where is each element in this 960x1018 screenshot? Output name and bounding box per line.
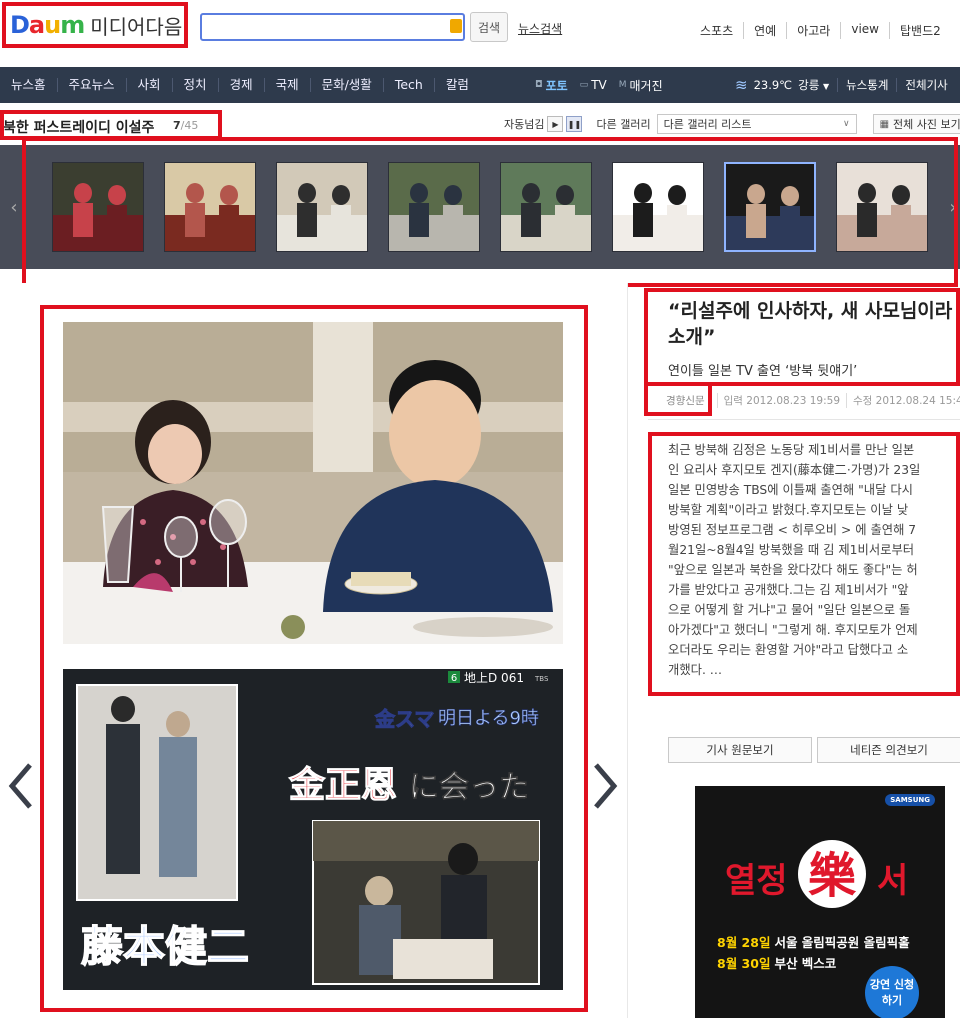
- netizen-comments-button[interactable]: 네티즌 의견보기: [817, 737, 960, 763]
- gallery-thumbnail[interactable]: [612, 162, 704, 252]
- article-subheadline: 연이틀 일본 TV 출연 ‘방북 뒷얘기’: [668, 364, 858, 379]
- search-button[interactable]: 검색: [470, 12, 508, 42]
- photo-next-arrow-icon[interactable]: [590, 756, 620, 816]
- ad-busan-date: 8월 30일 부산 벡스코: [717, 956, 837, 971]
- search-suggest-icon[interactable]: [450, 19, 462, 33]
- network-label: TBS: [534, 675, 549, 683]
- nav-media-tabs: ◘ 포토 ▭ TV M 매거진: [535, 67, 675, 103]
- nav-item-international[interactable]: 국제: [263, 78, 310, 92]
- nav-right: ≋ 23.9℃ 강릉 ▼ 뉴스통계 전체기사: [735, 67, 948, 103]
- news-nav-bar: 뉴스홈 주요뉴스 사회 정치 경제 국제 문화/생활 Tech 칼럼 ◘ 포토 ▭…: [0, 67, 960, 103]
- media-daum-brand: 미디어다음: [90, 14, 183, 39]
- top-link-view[interactable]: view: [840, 22, 889, 39]
- search-input[interactable]: [200, 13, 465, 41]
- ad-banner[interactable]: SAMSUNG 열정 樂 서 8월 28일 서울 올림픽공원 올림픽홀 8월 30…: [695, 786, 945, 1018]
- pause-icon[interactable]: ❚❚: [566, 116, 583, 132]
- nav-link-news-stats[interactable]: 뉴스통계: [846, 77, 888, 93]
- nav-item-column[interactable]: 칼럼: [433, 78, 480, 92]
- caption-met-text: に会った: [409, 770, 529, 805]
- gallery-title: 북한 퍼스트레이디 이설주: [3, 120, 155, 136]
- svg-text:열정: 열정: [725, 861, 788, 901]
- channel-label: 地上D 061: [464, 671, 524, 685]
- tv-icon: ▭: [579, 80, 589, 90]
- tv-capture-image: 6 地上D 061 TBS 金スマ 明日よる9時 金正恩 に会った 藤本健二: [63, 669, 563, 990]
- gallery-counter: 7/45: [173, 119, 199, 132]
- daum-media-logo[interactable]: Daum 미디어다음: [4, 4, 186, 46]
- nav-item-society[interactable]: 사회: [125, 78, 172, 92]
- thumb-prev-arrow-icon[interactable]: ‹: [0, 145, 28, 269]
- nav-item-economy[interactable]: 경제: [217, 78, 264, 92]
- show-logo: 金スマ: [374, 707, 434, 731]
- grid-icon: ▦: [879, 118, 890, 130]
- input-date: 입력 2012.08.23 19:59: [716, 392, 846, 408]
- top-links: 스포츠 연예 아고라 view 탑밴드2: [690, 22, 951, 39]
- gallery-controls: 자동넘김 ▶ ❚❚ 다른 갤러리 다른 갤러리 리스트 ∨ ▦ 전체 사진 보기: [504, 114, 960, 134]
- other-gallery-select[interactable]: 다른 갤러리 리스트 ∨: [656, 114, 857, 134]
- autoplay-label: 자동넘김: [504, 118, 545, 131]
- gallery-thumbnail[interactable]: [500, 162, 592, 252]
- edit-date: 수정 2012.08.24 15:48: [846, 392, 960, 408]
- camera-icon: ◘: [535, 80, 543, 90]
- caret-down-icon: ▼: [822, 82, 830, 91]
- divider: [648, 419, 960, 420]
- ad-apply-button[interactable]: 강연 신청하기: [865, 966, 919, 1018]
- nav-sections: 뉴스홈 주요뉴스 사회 정치 경제 국제 문화/생활 Tech 칼럼: [0, 67, 480, 103]
- view-original-button[interactable]: 기사 원문보기: [668, 737, 812, 763]
- tv-capture-photo: 6 地上D 061 TBS 金スマ 明日よる9時 金正恩 に会った 藤本健二: [63, 669, 563, 990]
- press-name[interactable]: 경향신문: [648, 393, 717, 408]
- gallery-thumbnail[interactable]: [836, 162, 928, 252]
- top-link-agora[interactable]: 아고라: [786, 22, 840, 39]
- gallery-thumbnail[interactable]: [164, 162, 256, 252]
- weather-icon: ≋: [735, 76, 748, 94]
- nav-item-news-home[interactable]: 뉴스홈: [0, 78, 57, 92]
- article-buttons: 기사 원문보기 네티즌 의견보기: [668, 737, 960, 763]
- show-time: 明日よる9時: [438, 708, 539, 729]
- divider: [896, 78, 898, 92]
- weather-region[interactable]: 강릉 ▼: [798, 77, 829, 93]
- chevron-down-icon: ∨: [843, 119, 850, 129]
- divider: [837, 78, 839, 92]
- thumbnail-strip: ‹ ›: [0, 145, 960, 269]
- dinner-photo-image: [63, 322, 563, 644]
- main-photo-dinner: [63, 322, 563, 644]
- nav-item-politics[interactable]: 정치: [171, 78, 218, 92]
- nav-tab-magazine[interactable]: M 매거진: [619, 77, 663, 94]
- nav-item-tech[interactable]: Tech: [382, 78, 434, 92]
- site-header: Daum 미디어다음 검색 뉴스검색 스포츠 연예 아고라 view 탑밴드2: [0, 0, 960, 62]
- news-search-link[interactable]: 뉴스검색: [518, 20, 562, 37]
- nav-link-all-articles[interactable]: 전체기사: [905, 77, 947, 93]
- svg-text:樂: 樂: [808, 848, 857, 904]
- gallery-thumbnail[interactable]: [52, 162, 144, 252]
- daum-wordmark: Daum: [10, 11, 85, 39]
- ad-sponsor-logo: SAMSUNG: [885, 794, 935, 806]
- caption-name-kanji: 金正恩: [288, 764, 397, 806]
- article-headline: “리설주에 인사하자, 새 사모님이라 소개”: [668, 300, 953, 348]
- gallery-thumbnail[interactable]: [276, 162, 368, 252]
- top-link-topband[interactable]: 탑밴드2: [888, 22, 951, 39]
- gallery-thumbnail[interactable]: [388, 162, 480, 252]
- nav-tab-tv[interactable]: ▭ TV: [580, 78, 607, 92]
- gallery-thumbnail[interactable]: [724, 162, 816, 252]
- photo-prev-arrow-icon[interactable]: [6, 756, 36, 816]
- channel-badge: 6: [451, 673, 457, 684]
- other-gallery-label: 다른 갤러리: [596, 118, 651, 131]
- nav-item-headlines[interactable]: 주요뉴스: [56, 78, 126, 92]
- thumb-next-arrow-icon[interactable]: ›: [946, 145, 960, 269]
- article-body: 최근 방북해 김정은 노동당 제1비서를 만난 일본 인 요리사 후지모토 겐지…: [668, 443, 921, 677]
- magazine-icon: M: [618, 80, 627, 90]
- ad-title-graphic: 열정 樂 서: [725, 840, 908, 908]
- top-link-sports[interactable]: 스포츠: [690, 22, 743, 39]
- view-all-photos-button[interactable]: ▦ 전체 사진 보기: [872, 114, 960, 134]
- weather-temp: 23.9℃: [753, 78, 793, 92]
- top-link-entertainment[interactable]: 연예: [743, 22, 786, 39]
- ad-seoul-date: 8월 28일 서울 올림픽공원 올림픽홀: [717, 935, 910, 950]
- caption-person-name: 藤本健二: [81, 922, 249, 971]
- nav-item-culture[interactable]: 문화/생활: [309, 78, 383, 92]
- article-meta: 경향신문 입력 2012.08.23 19:59 수정 2012.08.24 1…: [648, 390, 960, 410]
- play-icon[interactable]: ▶: [547, 116, 564, 132]
- svg-text:서: 서: [877, 861, 908, 901]
- nav-tab-photo[interactable]: ◘ 포토: [535, 77, 568, 94]
